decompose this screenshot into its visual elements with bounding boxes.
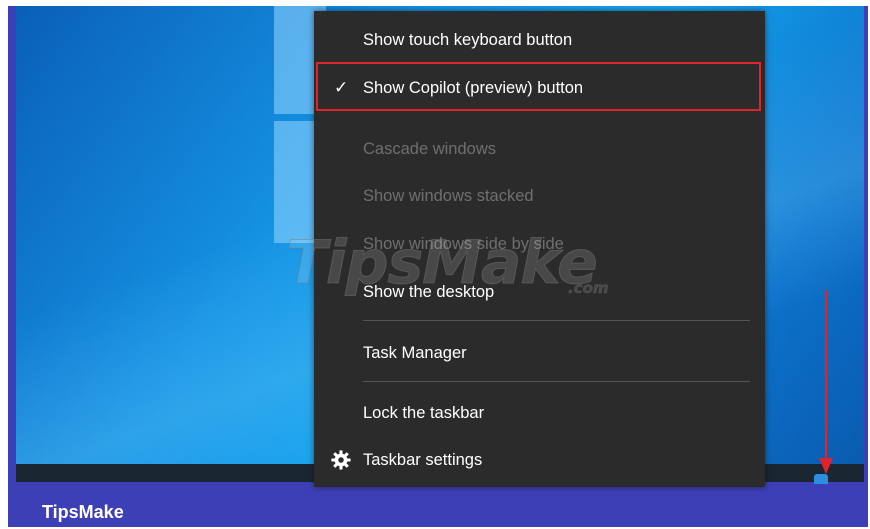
menu-item-label: Show the desktop <box>363 283 495 301</box>
gear-icon <box>331 450 351 470</box>
menu-item-label: Show windows stacked <box>363 187 534 205</box>
screenshot-frame: Show touch keyboard button ✓ Show Copilo… <box>8 6 868 527</box>
menu-item-label: Task Manager <box>363 344 467 362</box>
footer-brand: TipsMake <box>42 502 124 522</box>
menu-item-show-touch-keyboard[interactable]: Show touch keyboard button <box>314 18 765 62</box>
menu-item-show-copilot[interactable]: ✓ Show Copilot (preview) button <box>314 66 765 110</box>
menu-item-label: Show Copilot (preview) button <box>363 79 584 97</box>
menu-item-lock-taskbar[interactable]: Lock the taskbar <box>314 391 765 435</box>
menu-item-windows-side-by-side: Show windows side by side <box>314 222 765 266</box>
menu-item-label: Cascade windows <box>363 140 496 158</box>
taskbar-context-menu: Show touch keyboard button ✓ Show Copilo… <box>314 11 765 487</box>
menu-divider <box>363 320 750 321</box>
check-icon: ✓ <box>334 78 349 97</box>
menu-item-label: Taskbar settings <box>363 451 483 469</box>
menu-item-label: Show windows side by side <box>363 235 564 253</box>
menu-item-task-manager[interactable]: Task Manager <box>314 331 765 375</box>
menu-item-label: Show touch keyboard button <box>363 31 573 49</box>
menu-item-show-desktop[interactable]: Show the desktop <box>314 270 765 314</box>
menu-item-cascade-windows: Cascade windows <box>314 127 765 171</box>
menu-item-windows-stacked: Show windows stacked <box>314 174 765 218</box>
arrow-down-icon <box>819 290 833 474</box>
menu-item-taskbar-settings[interactable]: Taskbar settings <box>314 438 765 482</box>
menu-divider <box>363 381 750 382</box>
menu-item-label: Lock the taskbar <box>363 404 485 422</box>
